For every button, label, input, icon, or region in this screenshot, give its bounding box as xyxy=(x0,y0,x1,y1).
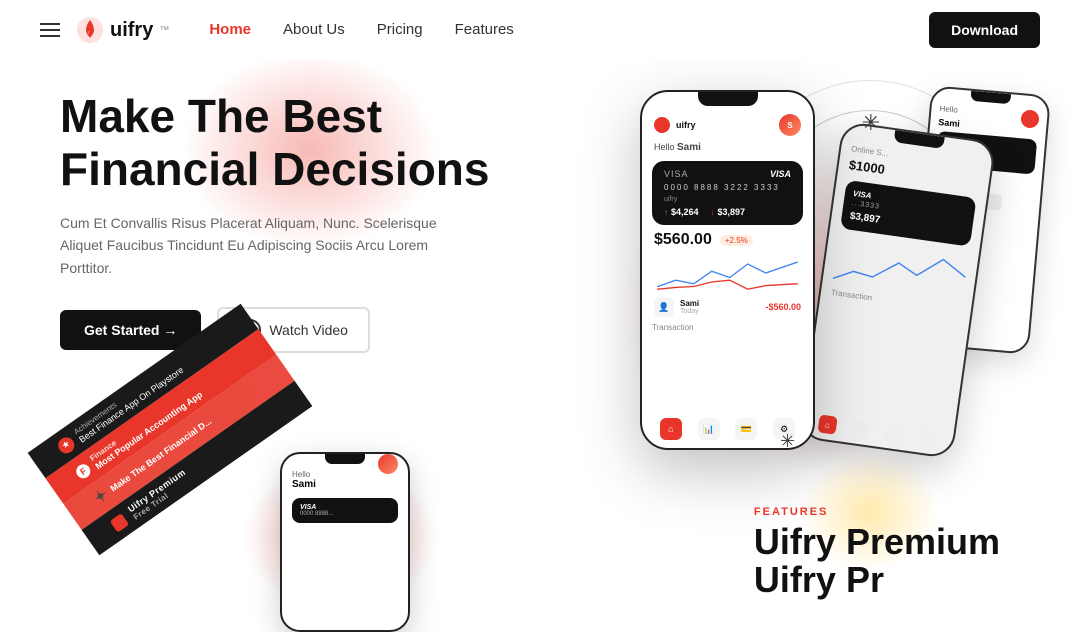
star-icon: ✦ xyxy=(90,485,112,509)
hero-buttons: Get Started → Watch Video xyxy=(60,307,560,353)
logo-icon xyxy=(76,16,104,44)
income-item: ↑ $4,264 xyxy=(664,207,699,217)
p2-nav-home: ⌂ xyxy=(817,414,837,434)
nav-home-dot: ⌂ xyxy=(660,418,682,440)
income-amount: $4,264 xyxy=(671,207,699,217)
features-title: Uifry Premium xyxy=(754,522,1000,562)
nav-chart-dot: 📊 xyxy=(698,418,720,440)
card-holder: uifry xyxy=(664,196,791,203)
bottom-phone-name: Sami xyxy=(292,479,398,490)
hero-subtitle: Cum Et Convallis Risus Placerat Aliquam,… xyxy=(60,212,460,279)
bottom-phone-content: Hello Sami VISA 0000 8888... xyxy=(282,464,408,529)
nav-links: Home About Us Pricing Features xyxy=(209,21,929,39)
hero-title-line1: Make The Best xyxy=(60,90,382,142)
nav-about[interactable]: About Us xyxy=(283,21,345,39)
bottom-phone-avatar xyxy=(378,454,398,474)
features-section: FEATURES Uifry Premium Uifry Pr xyxy=(754,506,1000,602)
features-title-text: Uifry Premium xyxy=(754,521,1000,562)
balance-amount: $560.00 xyxy=(654,231,712,249)
card-brand-label: VISA xyxy=(664,169,689,179)
phone-logo-name: uifry xyxy=(676,120,696,130)
asterisk-top: ✳ xyxy=(862,110,880,136)
p2-nav-2 xyxy=(851,419,871,439)
transaction-icon: 👤 xyxy=(654,297,674,317)
hamburger-menu[interactable] xyxy=(40,23,60,37)
balance-change: +2.5% xyxy=(720,235,753,246)
nav-home[interactable]: Home xyxy=(209,21,251,39)
phone-user-name: Sami xyxy=(677,142,701,153)
phone-header: uifry S xyxy=(642,106,813,140)
watch-video-label: Watch Video xyxy=(269,322,348,338)
phones-container: uifry S Hello Sami VISA VISA 0000 8888 3… xyxy=(580,70,1040,570)
phone-main: uifry S Hello Sami VISA VISA 0000 8888 3… xyxy=(640,90,815,450)
card-balance-row: ↑ $4,264 ↓ $3,897 xyxy=(664,207,791,217)
asterisk-bottom: ✳ xyxy=(780,431,795,452)
get-started-button[interactable]: Get Started → xyxy=(60,310,201,350)
bottom-phone: Hello Sami VISA 0000 8888... xyxy=(280,452,410,632)
navbar: uifry ™ Home About Us Pricing Features D… xyxy=(0,0,1080,60)
transaction-name: Sami xyxy=(680,299,759,308)
logo: uifry ™ xyxy=(76,16,169,44)
phone-hello: Hello Sami xyxy=(642,140,813,157)
chart-area xyxy=(642,253,813,293)
bottom-card-visa: VISA xyxy=(300,504,390,511)
phone-logo-area: uifry xyxy=(654,117,696,133)
bottom-phone-card: VISA 0000 8888... xyxy=(292,498,398,523)
transaction-info: Sami Today xyxy=(680,299,759,315)
hero-title: Make The Best Financial Decisions xyxy=(60,90,560,196)
transaction-date: Today xyxy=(680,308,759,315)
phone-second: Online S... $1000 VISA ...3333 $3,897 Tr… xyxy=(798,121,996,459)
nav-card-dot: 💳 xyxy=(735,418,757,440)
income-arrow: ↑ xyxy=(664,208,668,217)
download-button[interactable]: Download xyxy=(929,12,1040,48)
nav-pricing[interactable]: Pricing xyxy=(377,21,423,39)
phone-logo-dot xyxy=(654,117,670,133)
mini-chart-svg xyxy=(650,255,805,291)
card-number: 0000 8888 3222 3333 xyxy=(664,183,791,192)
phone-card: VISA VISA 0000 8888 3222 3333 uifry ↑ $4… xyxy=(652,161,803,225)
expense-amount: $3,897 xyxy=(718,207,746,217)
balance-row: $560.00 +2.5% xyxy=(654,231,801,249)
nav-features[interactable]: Features xyxy=(455,21,514,39)
expense-arrow: ↓ xyxy=(711,208,715,217)
features-partial-text: Uifry Pr xyxy=(754,562,884,600)
p2-nav-3 xyxy=(884,424,904,444)
expense-item: ↓ $3,897 xyxy=(711,207,746,217)
bottom-card-num: 0000 8888... xyxy=(300,511,390,517)
p2-nav-4 xyxy=(918,428,938,448)
phone-avatar: S xyxy=(779,114,801,136)
card-visa-row: VISA VISA xyxy=(664,169,791,179)
visa-logo: VISA xyxy=(770,169,791,179)
phone2-content: Online S... $1000 VISA ...3333 $3,897 Tr… xyxy=(819,135,992,324)
premium-icon xyxy=(109,513,128,532)
features-title-clipped: Uifry Pr xyxy=(754,562,1000,602)
logo-text: uifry xyxy=(110,19,153,42)
phone2-bottom-nav: ⌂ xyxy=(802,412,954,451)
badge-icon: ★ xyxy=(55,434,77,456)
features-label: FEATURES xyxy=(754,506,1000,518)
transaction-label: Transaction xyxy=(642,321,813,334)
finance-icon: F xyxy=(73,461,92,480)
logo-trademark: ™ xyxy=(159,25,169,36)
transaction-row: 👤 Sami Today -$560.00 xyxy=(642,293,813,321)
phone-notch xyxy=(698,92,758,106)
transaction-amount: -$560.00 xyxy=(765,302,801,312)
main-balance: $560.00 +2.5% xyxy=(642,229,813,253)
bottom-phone-notch xyxy=(325,454,365,464)
hero-title-line2: Financial Decisions xyxy=(60,143,489,195)
